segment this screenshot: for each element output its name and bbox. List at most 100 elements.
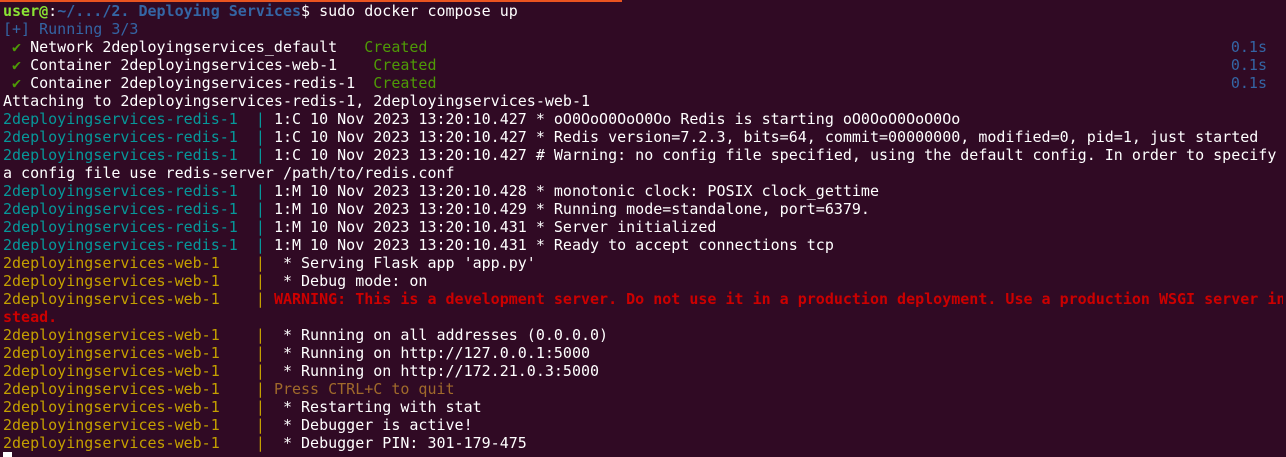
- log-pipe: |: [255, 344, 274, 362]
- log-pipe: |: [255, 290, 274, 308]
- log-line: 2deployingservices-web-1 | * Restarting …: [3, 398, 1283, 416]
- log-service-name: 2deployingservices-web-1: [3, 290, 256, 308]
- check-icon: ✔: [12, 74, 22, 92]
- log-list: 2deployingservices-redis-1 | 1:C 10 Nov …: [3, 110, 1283, 452]
- log-message: * Debugger PIN: 301-179-475: [273, 434, 527, 452]
- log-line: stead.: [3, 308, 1283, 326]
- log-pipe: |: [255, 146, 274, 164]
- log-line: 2deployingservices-web-1 | * Debugger PI…: [3, 434, 1283, 452]
- log-message: * Debugger is active!: [273, 416, 473, 434]
- log-service-name: 2deployingservices-web-1: [3, 254, 256, 272]
- log-pipe: |: [255, 272, 274, 290]
- log-message: * Running on http://127.0.0.1:5000: [273, 344, 591, 362]
- log-message: * Serving Flask app 'app.py': [273, 254, 536, 272]
- log-pipe: |: [255, 182, 274, 200]
- log-service-name: 2deployingservices-web-1: [3, 398, 256, 416]
- log-service-name: 2deployingservices-redis-1: [3, 200, 256, 218]
- log-line: 2deployingservices-web-1 | WARNING: This…: [3, 290, 1283, 308]
- log-message: * Debug mode: on: [273, 272, 428, 290]
- log-line: 2deployingservices-web-1 | Press CTRL+C …: [3, 380, 1283, 398]
- resource-state: Created: [364, 38, 428, 56]
- log-line: 2deployingservices-redis-1 | 1:M 10 Nov …: [3, 218, 1283, 236]
- log-pipe: |: [255, 398, 274, 416]
- log-line: 2deployingservices-redis-1 | 1:C 10 Nov …: [3, 110, 1283, 128]
- resource-time: 0.1s: [1230, 74, 1267, 92]
- check-icon: ✔: [12, 56, 22, 74]
- log-line: 2deployingservices-redis-1 | 1:M 10 Nov …: [3, 200, 1283, 218]
- log-message: 1:C 10 Nov 2023 13:20:10.427 * Redis ver…: [273, 128, 1259, 146]
- log-service-name: 2deployingservices-redis-1: [3, 110, 256, 128]
- resource-time: 0.1s: [1230, 38, 1267, 56]
- log-pipe: |: [255, 218, 274, 236]
- log-line: 2deployingservices-redis-1 | 1:M 10 Nov …: [3, 182, 1283, 200]
- log-pipe: |: [255, 416, 274, 434]
- log-service-name: 2deployingservices-redis-1: [3, 182, 256, 200]
- resource-time: 0.1s: [1230, 56, 1267, 74]
- log-line: 2deployingservices-redis-1 | 1:C 10 Nov …: [3, 146, 1283, 164]
- log-pipe: |: [255, 200, 274, 218]
- prompt-symbol: $: [301, 2, 311, 20]
- prompt-path: ~/.../2. Deploying Services: [57, 2, 302, 20]
- log-message: * Running on http://172.21.0.3:5000: [273, 362, 600, 380]
- terminal-cursor: [3, 452, 12, 457]
- log-message: Press CTRL+C to quit: [273, 380, 455, 398]
- log-service-name: 2deployingservices-redis-1: [3, 146, 256, 164]
- running-status: [+] Running 3/3: [3, 20, 139, 38]
- terminal-window[interactable]: user@:~/.../2. Deploying Services$ sudo …: [0, 0, 1286, 457]
- log-service-name: 2deployingservices-web-1: [3, 380, 256, 398]
- log-pipe: |: [255, 326, 274, 344]
- check-icon: ✔: [12, 38, 22, 56]
- log-line: 2deployingservices-redis-1 | 1:C 10 Nov …: [3, 128, 1283, 146]
- log-service-name: 2deployingservices-redis-1: [3, 236, 256, 254]
- log-message: * Restarting with stat: [273, 398, 482, 416]
- log-line: 2deployingservices-web-1 | * Running on …: [3, 362, 1283, 380]
- attach-line: Attaching to 2deployingservices-redis-1,…: [3, 92, 590, 110]
- log-message: 1:M 10 Nov 2023 13:20:10.431 * Server in…: [273, 218, 717, 236]
- log-line: 2deployingservices-web-1 | * Running on …: [3, 326, 1283, 344]
- log-service-name: 2deployingservices-web-1: [3, 344, 256, 362]
- log-service-name: 2deployingservices-web-1: [3, 326, 256, 344]
- log-line: 2deployingservices-web-1 | * Debugger is…: [3, 416, 1283, 434]
- resource-label: Container 2deployingservices-redis-1: [30, 74, 374, 92]
- resource-label: Network 2deployingservices_default: [30, 38, 365, 56]
- log-pipe: |: [255, 434, 274, 452]
- log-service-name: 2deployingservices-web-1: [3, 362, 256, 380]
- resource-line: ✔ Container 2deployingservices-web-1 Cre…: [3, 56, 1283, 74]
- log-service-name: 2deployingservices-redis-1: [3, 218, 256, 236]
- log-line: 2deployingservices-web-1 | * Debug mode:…: [3, 272, 1283, 290]
- terminal-output: user@:~/.../2. Deploying Services$ sudo …: [3, 2, 1283, 452]
- log-pipe: |: [255, 362, 274, 380]
- log-pipe: |: [255, 128, 274, 146]
- resource-line: ✔ Container 2deployingservices-redis-1 C…: [3, 74, 1283, 92]
- resource-line: ✔ Network 2deployingservices_default Cre…: [3, 38, 1283, 56]
- log-line: 2deployingservices-web-1 | * Running on …: [3, 344, 1283, 362]
- log-pipe: |: [255, 254, 274, 272]
- log-message: 1:C 10 Nov 2023 13:20:10.427 * oO0OoO0Oo…: [273, 110, 961, 128]
- log-pipe: |: [255, 110, 274, 128]
- resource-state: Created: [373, 56, 437, 74]
- resource-state: Created: [373, 74, 437, 92]
- log-pipe: |: [255, 236, 274, 254]
- resource-list: ✔ Network 2deployingservices_default Cre…: [3, 38, 1283, 92]
- log-line: 2deployingservices-web-1 | * Serving Fla…: [3, 254, 1283, 272]
- resource-label: Container 2deployingservices-web-1: [30, 56, 374, 74]
- prompt-line: user@:~/.../2. Deploying Services$ sudo …: [3, 2, 1283, 20]
- log-message: a config file use redis-server /path/to/…: [3, 164, 455, 182]
- log-message: stead.: [3, 308, 58, 326]
- log-line: a config file use redis-server /path/to/…: [3, 164, 1283, 182]
- log-message: 1:M 10 Nov 2023 13:20:10.431 * Ready to …: [273, 236, 834, 254]
- log-message: * Running on all addresses (0.0.0.0): [273, 326, 609, 344]
- log-message: 1:M 10 Nov 2023 13:20:10.428 * monotonic…: [273, 182, 879, 200]
- log-service-name: 2deployingservices-redis-1: [3, 128, 256, 146]
- log-message: WARNING: This is a development server. D…: [273, 290, 1283, 308]
- prompt-command: sudo docker compose up: [310, 2, 518, 20]
- log-pipe: |: [255, 380, 274, 398]
- log-service-name: 2deployingservices-web-1: [3, 416, 256, 434]
- log-service-name: 2deployingservices-web-1: [3, 272, 256, 290]
- log-service-name: 2deployingservices-web-1: [3, 434, 256, 452]
